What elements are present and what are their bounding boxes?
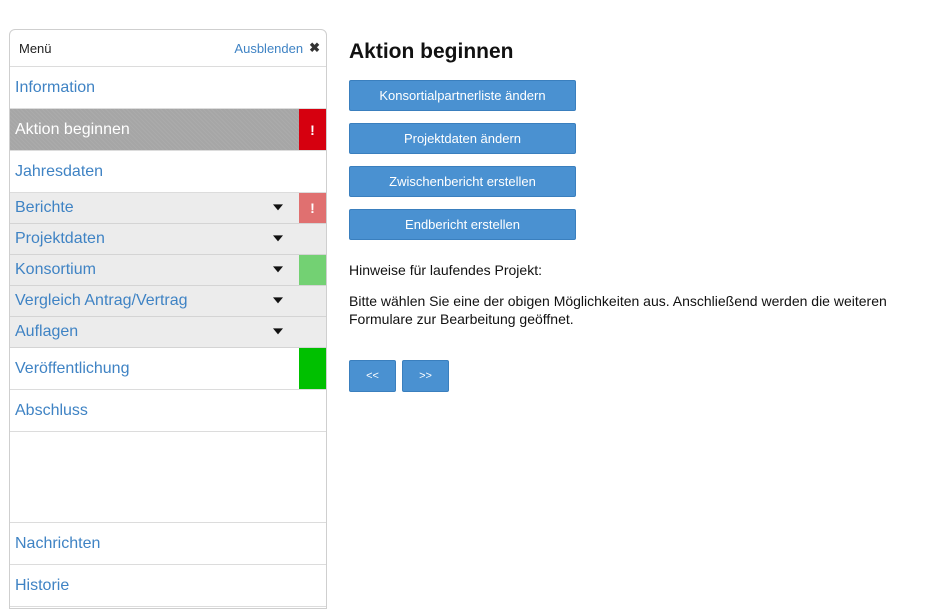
sidebar-item-label: Projektdaten xyxy=(15,230,105,247)
sidebar-item-label: Veröffentlichung xyxy=(15,359,130,377)
sidebar-item-label: Konsortium xyxy=(15,261,96,278)
hint-text: Bitte wählen Sie eine der obigen Möglich… xyxy=(349,293,887,327)
ok-status-indicator xyxy=(299,348,326,389)
sidebar-item-abschluss[interactable]: Abschluss xyxy=(10,390,326,432)
main-content: Aktion beginnen Konsortialpartnerliste ä… xyxy=(349,36,929,392)
caret-down-icon[interactable] xyxy=(273,297,283,304)
warning-status-icon: ! xyxy=(299,193,326,223)
sidebar-item-information[interactable]: Information xyxy=(10,67,326,109)
sidebar-item-label: Aktion beginnen xyxy=(15,120,130,138)
sidebar-item-konsortium[interactable]: Konsortium xyxy=(10,255,326,286)
sidebar-item-label: Auflagen xyxy=(15,323,79,340)
sidebar-item-vergleich[interactable]: Vergleich Antrag/Vertrag xyxy=(10,286,326,317)
sidebar-item-label: Vergleich Antrag/Vertrag xyxy=(15,292,188,309)
sidebar-item-aktion-beginnen[interactable]: Aktion beginnen ! xyxy=(10,109,326,151)
hide-menu-label: Ausblenden xyxy=(234,40,304,56)
hide-menu-button[interactable]: Ausblenden ✖ xyxy=(234,40,320,56)
sidebar-item-label: Berichte xyxy=(15,199,74,216)
sidebar-spacer xyxy=(10,432,326,523)
next-button[interactable]: >> xyxy=(402,360,449,392)
sidebar-item-label: Jahresdaten xyxy=(15,162,104,180)
sidebar-item-label: Historie xyxy=(15,576,70,594)
konsortialpartnerliste-aendern-button[interactable]: Konsortialpartnerliste ändern xyxy=(349,80,576,111)
sidebar-item-nachrichten[interactable]: Nachrichten xyxy=(10,523,326,565)
menu-header: Menü Ausblenden ✖ xyxy=(10,30,326,67)
sidebar-item-label: Information xyxy=(15,78,96,96)
sidebar-item-historie[interactable]: Historie xyxy=(10,565,326,607)
warning-status-icon: ! xyxy=(299,109,326,150)
page-title: Aktion beginnen xyxy=(349,40,514,63)
endbericht-erstellen-button[interactable]: Endbericht erstellen xyxy=(349,209,576,240)
pagination-nav: << >> xyxy=(349,360,929,392)
caret-down-icon[interactable] xyxy=(273,328,283,335)
caret-down-icon[interactable] xyxy=(273,204,283,211)
hint-title: Hinweise für laufendes Projekt: xyxy=(349,262,542,278)
sidebar-menu: Menü Ausblenden ✖ Information Aktion beg… xyxy=(9,29,327,609)
caret-down-icon[interactable] xyxy=(273,266,283,273)
sidebar-item-berichte[interactable]: Berichte ! xyxy=(10,193,326,224)
sidebar-item-veroeffentlichung[interactable]: Veröffentlichung xyxy=(10,348,326,390)
previous-button[interactable]: << xyxy=(349,360,396,392)
sidebar-item-jahresdaten[interactable]: Jahresdaten xyxy=(10,151,326,193)
sidebar-item-auflagen[interactable]: Auflagen xyxy=(10,317,326,348)
sidebar-item-label: Nachrichten xyxy=(15,534,101,552)
zwischenbericht-erstellen-button[interactable]: Zwischenbericht erstellen xyxy=(349,166,576,197)
close-icon: ✖ xyxy=(309,40,320,55)
menu-title: Menü xyxy=(19,40,52,56)
caret-down-icon[interactable] xyxy=(273,235,283,242)
sidebar-item-label: Abschluss xyxy=(15,401,88,419)
ok-status-indicator xyxy=(299,255,326,285)
sidebar-item-projektdaten[interactable]: Projektdaten xyxy=(10,224,326,255)
projektdaten-aendern-button[interactable]: Projektdaten ändern xyxy=(349,123,576,154)
